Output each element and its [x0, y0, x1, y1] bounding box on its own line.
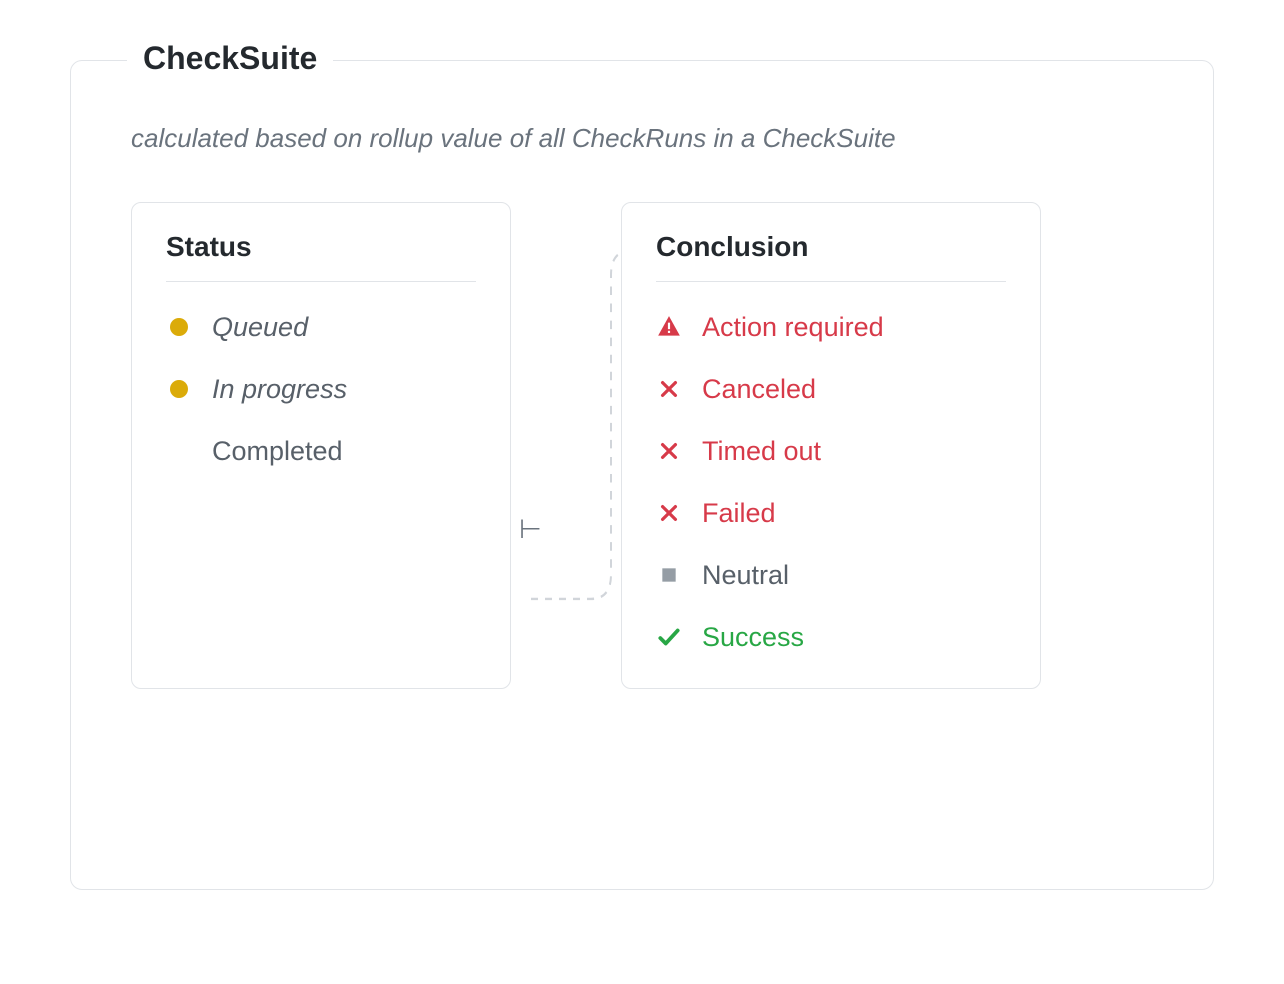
- fieldset-legend: CheckSuite: [127, 39, 333, 77]
- status-label: Queued: [212, 312, 308, 343]
- x-icon: [656, 500, 682, 526]
- alert-triangle-icon: [656, 314, 682, 340]
- check-icon: [656, 624, 682, 650]
- fieldset-title: CheckSuite: [143, 39, 317, 77]
- dot-yellow-icon: [166, 376, 192, 402]
- conclusion-card: Conclusion Action required Canceled Time…: [621, 202, 1041, 689]
- status-label: Completed: [212, 436, 343, 467]
- checksuite-fieldset: CheckSuite calculated based on rollup va…: [70, 60, 1214, 890]
- divider: [166, 281, 476, 282]
- conclusion-label: Canceled: [702, 374, 816, 405]
- dot-yellow-icon: [166, 314, 192, 340]
- status-title: Status: [166, 231, 476, 263]
- dashed-connector-icon: [511, 202, 621, 689]
- status-item-completed: Completed: [166, 430, 476, 472]
- conclusion-label: Success: [702, 622, 804, 653]
- conclusion-item-timed-out: Timed out: [656, 430, 1006, 472]
- conclusion-label: Action required: [702, 312, 884, 343]
- conclusion-label: Neutral: [702, 560, 789, 591]
- square-icon: [656, 562, 682, 588]
- conclusion-title: Conclusion: [656, 231, 1006, 263]
- x-icon: [656, 376, 682, 402]
- conclusion-label: Timed out: [702, 436, 821, 467]
- conclusion-item-action-required: Action required: [656, 306, 1006, 348]
- connector-tick-icon: ⊢: [519, 514, 542, 545]
- conclusion-item-success: Success: [656, 616, 1006, 658]
- conclusion-item-failed: Failed: [656, 492, 1006, 534]
- status-item-in-progress: In progress: [166, 368, 476, 410]
- conclusion-label: Failed: [702, 498, 776, 529]
- divider: [656, 281, 1006, 282]
- status-label: In progress: [212, 374, 347, 405]
- cards-row: Status Queued In progress Completed ⊢: [131, 202, 1153, 689]
- status-card: Status Queued In progress Completed: [131, 202, 511, 689]
- x-icon: [656, 438, 682, 464]
- conclusion-item-canceled: Canceled: [656, 368, 1006, 410]
- fieldset-subtitle: calculated based on rollup value of all …: [131, 123, 1153, 154]
- status-item-queued: Queued: [166, 306, 476, 348]
- conclusion-item-neutral: Neutral: [656, 554, 1006, 596]
